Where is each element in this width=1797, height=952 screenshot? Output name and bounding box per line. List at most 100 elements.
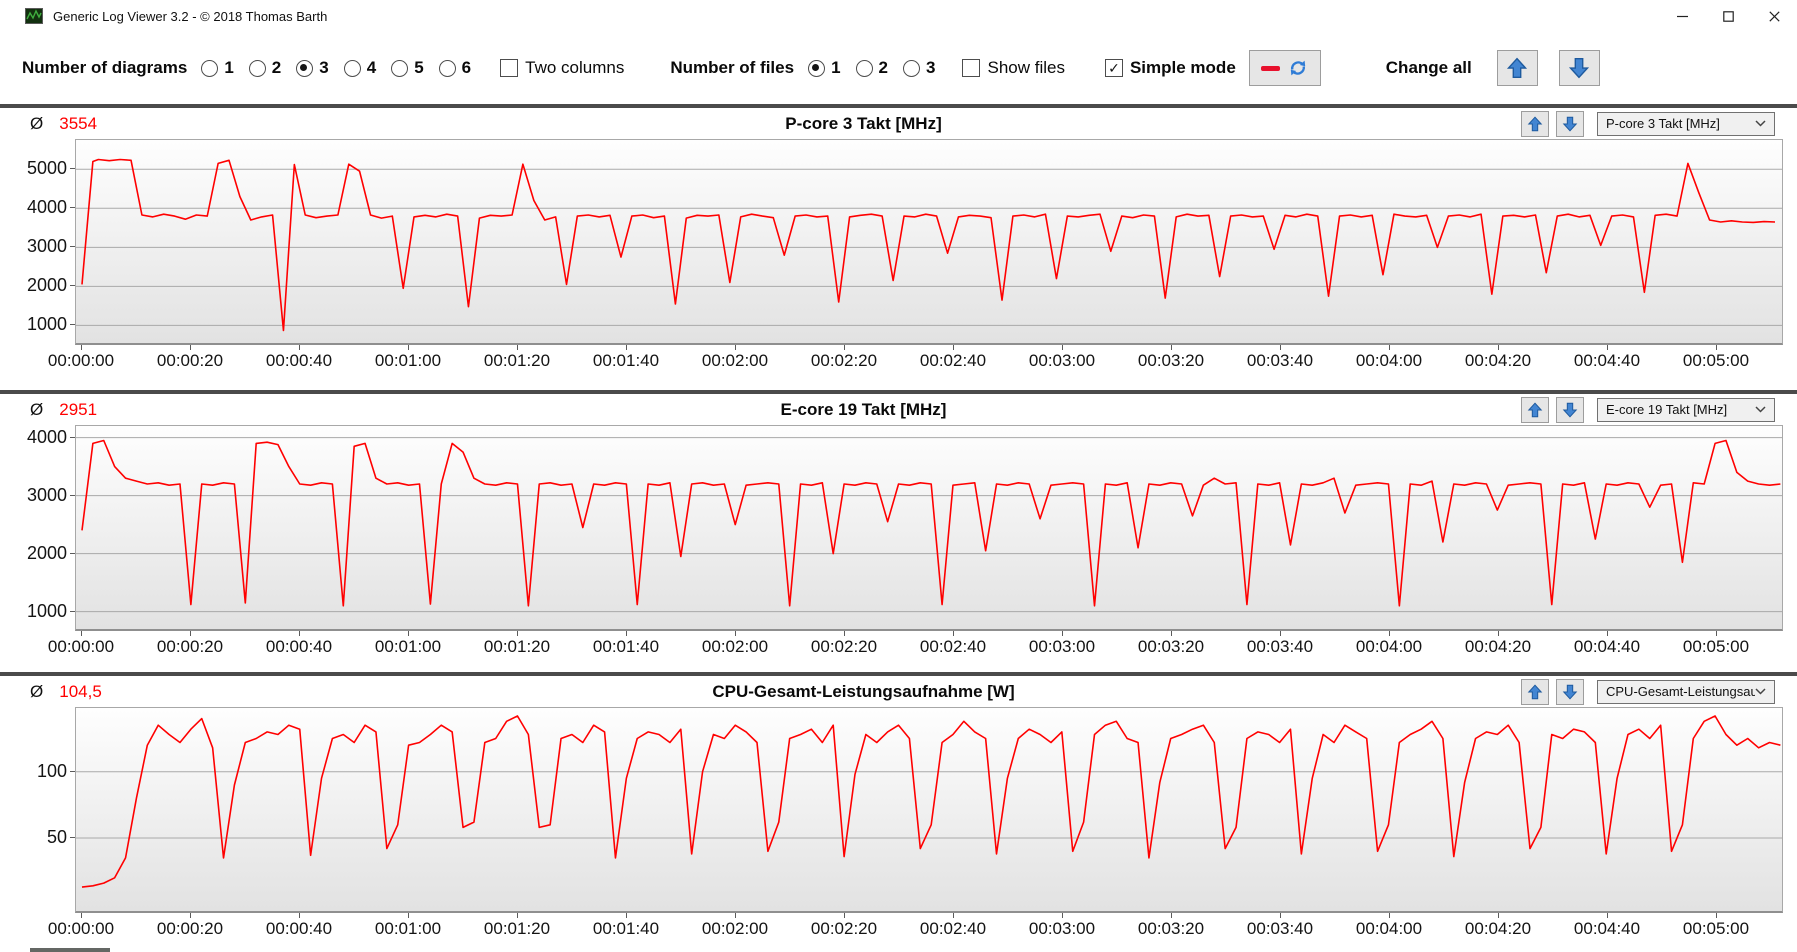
radio-icon (808, 59, 826, 77)
x-tick-label: 00:02:00 (701, 919, 769, 938)
radio-option-3[interactable]: 3 (903, 58, 935, 78)
arrow-down-icon (1569, 57, 1590, 79)
radio-option-6[interactable]: 6 (438, 58, 471, 78)
move-signal-up-button[interactable] (1521, 396, 1549, 423)
number-of-diagrams-label: Number of diagrams (22, 58, 188, 77)
x-tick-label: 00:02:00 (701, 351, 769, 370)
x-tick-label: 00:04:40 (1573, 919, 1641, 938)
x-tick (1062, 631, 1063, 636)
move-signal-up-button[interactable] (1521, 678, 1549, 705)
show-files-checkbox[interactable]: Show files (962, 58, 1065, 78)
radio-option-5[interactable]: 5 (391, 58, 424, 78)
x-tick (1171, 631, 1172, 636)
x-tick-label: 00:03:20 (1137, 637, 1205, 656)
diagram-panel-3: Ø 104,5 CPU-Gesamt-Leistungsaufnahme [W]… (0, 672, 1797, 952)
radio-icon (855, 59, 873, 77)
red-dash-icon (1261, 65, 1281, 71)
x-tick-label: 00:00:40 (265, 637, 333, 656)
x-tick-label: 00:02:40 (919, 919, 987, 938)
y-tick-label: 1000 (26, 314, 67, 335)
x-tick (953, 631, 954, 636)
x-tick-label: 00:00:00 (47, 919, 115, 938)
y-tick-label: 4000 (26, 426, 67, 447)
x-tick-label: 00:01:00 (374, 919, 442, 938)
radio-option-1[interactable]: 1 (808, 58, 841, 78)
x-axis-labels: 00:00:00 00:00:20 00:00:40 00:01:00 00:01:20… (48, 631, 1783, 657)
y-tick-label: 3000 (26, 484, 67, 505)
radio-option-4[interactable]: 4 (343, 58, 376, 78)
x-tick-label: 00:01:20 (483, 351, 551, 370)
x-tick (408, 913, 409, 918)
chart-title: CPU-Gesamt-Leistungsaufnahme [W] (712, 681, 1015, 701)
move-signal-up-button[interactable] (1521, 110, 1549, 137)
move-signal-down-button[interactable] (1556, 396, 1584, 423)
y-tick-label: 3000 (26, 236, 67, 257)
app-icon (25, 7, 43, 25)
average-symbol: Ø (30, 399, 44, 419)
change-all-up-button[interactable] (1496, 50, 1538, 86)
chart-plot-area[interactable] (75, 707, 1783, 913)
panel-header: Ø 3554 P-core 3 Takt [MHz] P-core 3 Takt… (0, 108, 1797, 139)
signal-select-dropdown[interactable]: E-core 19 Takt [MHz] (1597, 397, 1775, 422)
minimize-button[interactable] (1659, 0, 1705, 32)
signal-select-dropdown[interactable]: CPU-Gesamt-Leistungsau (1597, 679, 1775, 704)
x-tick (1716, 913, 1717, 918)
title-bar: Generic Log Viewer 3.2 - © 2018 Thomas B… (0, 0, 1797, 32)
x-tick-label: 00:04:00 (1355, 919, 1423, 938)
number-of-files-label: Number of files (670, 58, 795, 77)
chart-plot-area[interactable] (75, 425, 1783, 631)
two-columns-checkbox[interactable]: Two columns (500, 58, 624, 78)
radio-icon (343, 59, 361, 77)
x-tick (953, 345, 954, 350)
panel-controls: CPU-Gesamt-Leistungsau (1507, 678, 1797, 705)
x-tick-label: 00:04:00 (1355, 637, 1423, 656)
arrow-up-icon (1527, 683, 1543, 699)
move-signal-down-button[interactable] (1556, 678, 1584, 705)
x-tick-label: 00:03:20 (1137, 351, 1205, 370)
x-tick-label: 00:04:20 (1464, 637, 1532, 656)
x-tick-label: 00:00:20 (156, 351, 224, 370)
x-tick (81, 913, 82, 918)
radio-option-1[interactable]: 1 (201, 58, 234, 78)
x-tick (1498, 631, 1499, 636)
y-tick-label: 4000 (26, 197, 67, 218)
radio-option-3[interactable]: 3 (296, 58, 329, 78)
average-value: 2951 (59, 399, 98, 419)
x-tick (1171, 345, 1172, 350)
x-tick-label: 00:05:00 (1682, 351, 1750, 370)
x-tick (517, 913, 518, 918)
radio-option-2[interactable]: 2 (855, 58, 888, 78)
simple-mode-checkbox[interactable]: ✓ Simple mode (1104, 58, 1236, 78)
y-tick-label: 100 (36, 760, 67, 781)
x-tick (1280, 631, 1281, 636)
x-tick-label: 00:05:00 (1682, 919, 1750, 938)
x-tick-label: 00:03:40 (1246, 637, 1314, 656)
x-tick (844, 345, 845, 350)
close-button[interactable] (1751, 0, 1797, 32)
radio-option-2[interactable]: 2 (248, 58, 281, 78)
x-tick-label: 00:01:40 (592, 919, 660, 938)
x-tick-label: 00:03:40 (1246, 351, 1314, 370)
move-signal-down-button[interactable] (1556, 110, 1584, 137)
line-style-button[interactable] (1248, 50, 1321, 86)
signal-select-dropdown[interactable]: P-core 3 Takt [MHz] (1597, 111, 1775, 136)
show-files-label: Show files (987, 58, 1065, 77)
x-tick-label: 00:00:40 (265, 351, 333, 370)
window-title: Generic Log Viewer 3.2 - © 2018 Thomas B… (53, 8, 328, 24)
chevron-down-icon (1755, 688, 1766, 695)
x-axis-labels: 00:00:00 00:00:20 00:00:40 00:01:00 00:01:20… (48, 913, 1783, 939)
change-all-down-button[interactable] (1558, 50, 1600, 86)
panel-header: Ø 2951 E-core 19 Takt [MHz] E-core 19 Ta… (0, 394, 1797, 425)
y-tick-label: 50 (46, 827, 67, 848)
x-tick (1389, 631, 1390, 636)
x-tick (408, 631, 409, 636)
y-tick-label: 2000 (26, 542, 67, 563)
chart-plot-area[interactable] (75, 139, 1783, 345)
x-tick (1280, 345, 1281, 350)
change-all-label: Change all (1385, 58, 1472, 77)
radio-icon (248, 59, 266, 77)
chart-title: E-core 19 Takt [MHz] (780, 399, 947, 419)
x-tick-label: 00:02:20 (810, 637, 878, 656)
radio-icon (296, 59, 314, 77)
maximize-button[interactable] (1705, 0, 1751, 32)
